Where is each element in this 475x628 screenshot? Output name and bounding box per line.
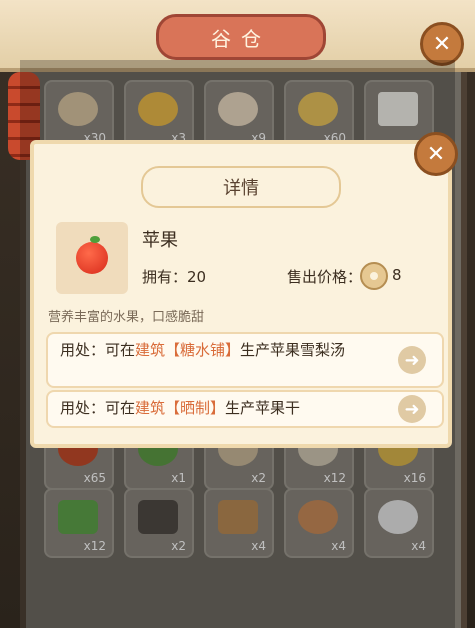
usage-row[interactable]: 用处：可在建筑【晒制】生产苹果干 ➜ — [46, 390, 444, 428]
detail-close-button[interactable]: ✕ — [414, 132, 458, 176]
detail-title: 详情 — [223, 178, 259, 199]
go-button[interactable]: ➜ — [398, 346, 426, 374]
usage-text: 用处：可在建筑【糖水铺】生产苹果雪梨汤 — [60, 340, 390, 360]
page-title-plate: 谷仓 — [156, 14, 326, 60]
item-name: 苹果 — [142, 230, 178, 251]
detail-dialog: 详情 苹果 拥有：20 售出价格： 8 营养丰富的水果，口感脆甜 用处：可在建筑… — [30, 140, 452, 448]
item-description: 营养丰富的水果，口感脆甜 — [48, 310, 205, 325]
usage-prefix: 用处：可在 — [60, 399, 136, 417]
close-icon: ✕ — [426, 141, 446, 167]
leaf-icon — [90, 236, 100, 243]
own-count: 拥有：20 — [142, 266, 206, 287]
usage-suffix: 生产苹果干 — [225, 399, 301, 417]
own-value: 20 — [187, 268, 207, 286]
usage-prefix: 用处：可在 — [60, 341, 136, 359]
apple-icon — [76, 242, 108, 274]
close-icon: ✕ — [432, 31, 452, 57]
coin-icon — [360, 262, 388, 290]
arrow-right-icon: ➜ — [404, 398, 420, 420]
price-value: 8 — [392, 266, 402, 284]
go-button[interactable]: ➜ — [398, 395, 426, 423]
own-label: 拥有： — [142, 268, 188, 286]
price-label: 售出价格： — [287, 268, 363, 286]
item-image-box — [56, 222, 128, 294]
usage-text: 用处：可在建筑【晒制】生产苹果干 — [60, 398, 390, 418]
usage-suffix: 生产苹果雪梨汤 — [240, 341, 346, 359]
arrow-right-icon: ➜ — [404, 349, 420, 371]
detail-title-plate: 详情 — [141, 166, 341, 208]
building-link[interactable]: 建筑【晒制】 — [135, 399, 225, 417]
building-link[interactable]: 建筑【糖水铺】 — [135, 341, 240, 359]
usage-row[interactable]: 用处：可在建筑【糖水铺】生产苹果雪梨汤 ➜ — [46, 332, 444, 388]
page-title: 谷仓 — [211, 26, 271, 51]
